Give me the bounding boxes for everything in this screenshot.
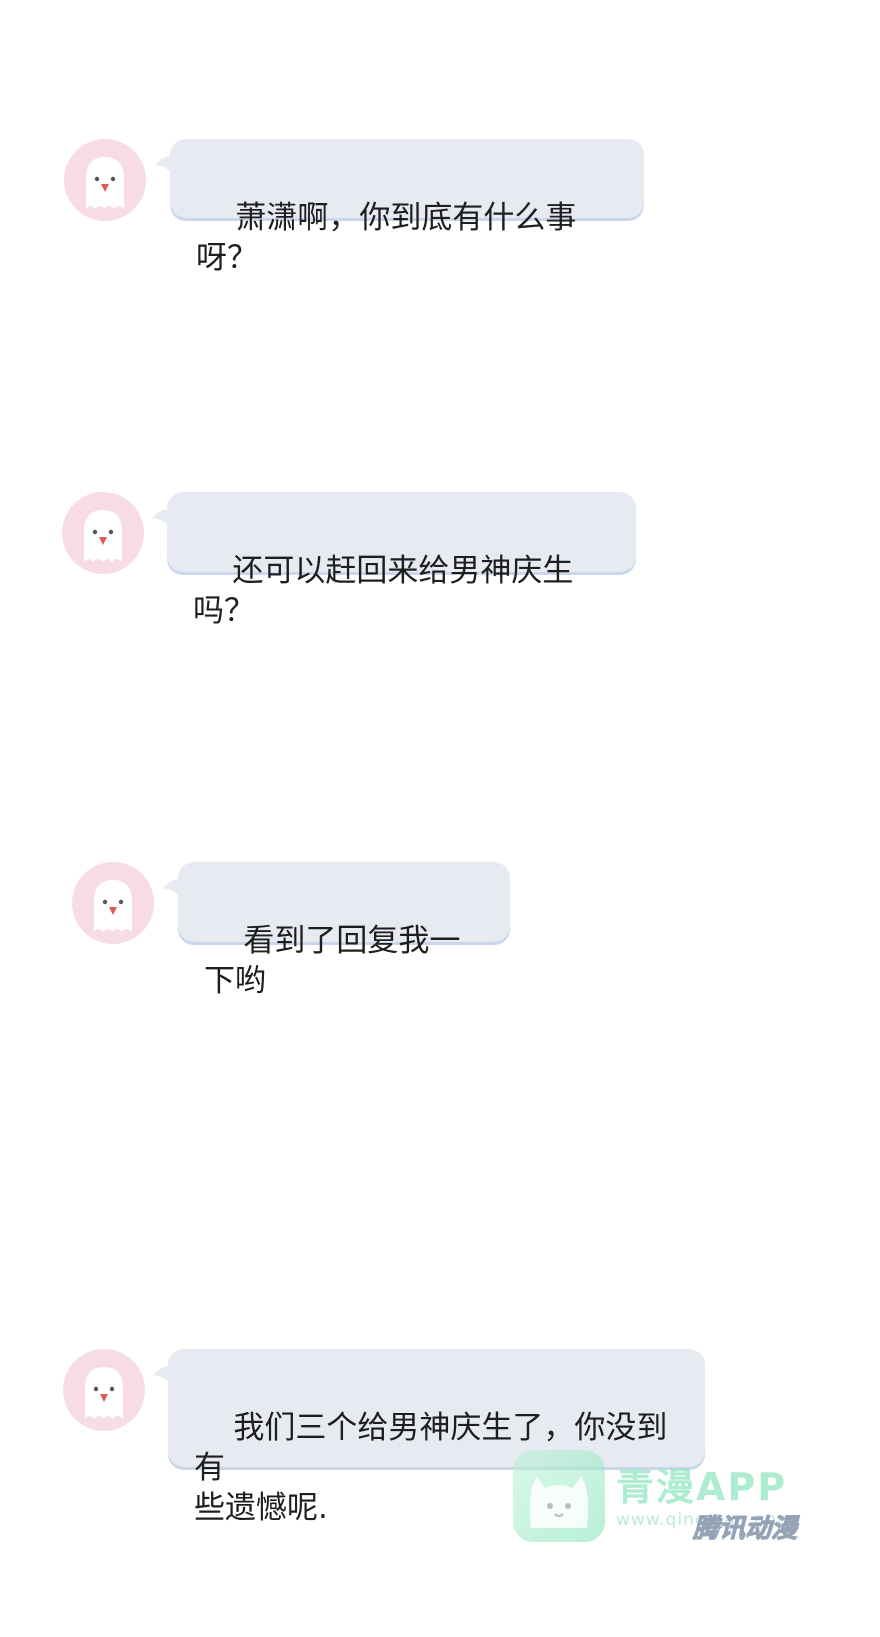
- message-bubble[interactable]: 萧潇啊，你到底有什么事呀？: [170, 139, 644, 276]
- ghost-icon: [94, 880, 132, 932]
- message-text: 看到了回复我一下哟: [204, 923, 461, 999]
- message-bubble[interactable]: 还可以赶回来给男神庆生吗？: [167, 492, 636, 629]
- ghost-avatar: [64, 139, 146, 221]
- ghost-icon: [84, 510, 122, 562]
- cat-logo-icon: [513, 1450, 605, 1542]
- ghost-icon: [85, 1367, 123, 1419]
- message-text: 萧潇啊，你到底有什么事呀？: [196, 200, 577, 276]
- app-watermark: 青漫APP www.qingman.app 腾讯动漫: [513, 1450, 843, 1550]
- ghost-avatar: [63, 1349, 145, 1431]
- ghost-avatar: [62, 492, 144, 574]
- message-bubble[interactable]: 看到了回复我一下哟: [178, 862, 510, 999]
- watermark-title: 青漫APP: [616, 1465, 788, 1509]
- message-text: 还可以赶回来给男神庆生吗？: [193, 553, 574, 629]
- ghost-avatar: [72, 862, 154, 944]
- watermark-sub: 腾讯动漫: [692, 1514, 798, 1545]
- ghost-icon: [86, 157, 124, 209]
